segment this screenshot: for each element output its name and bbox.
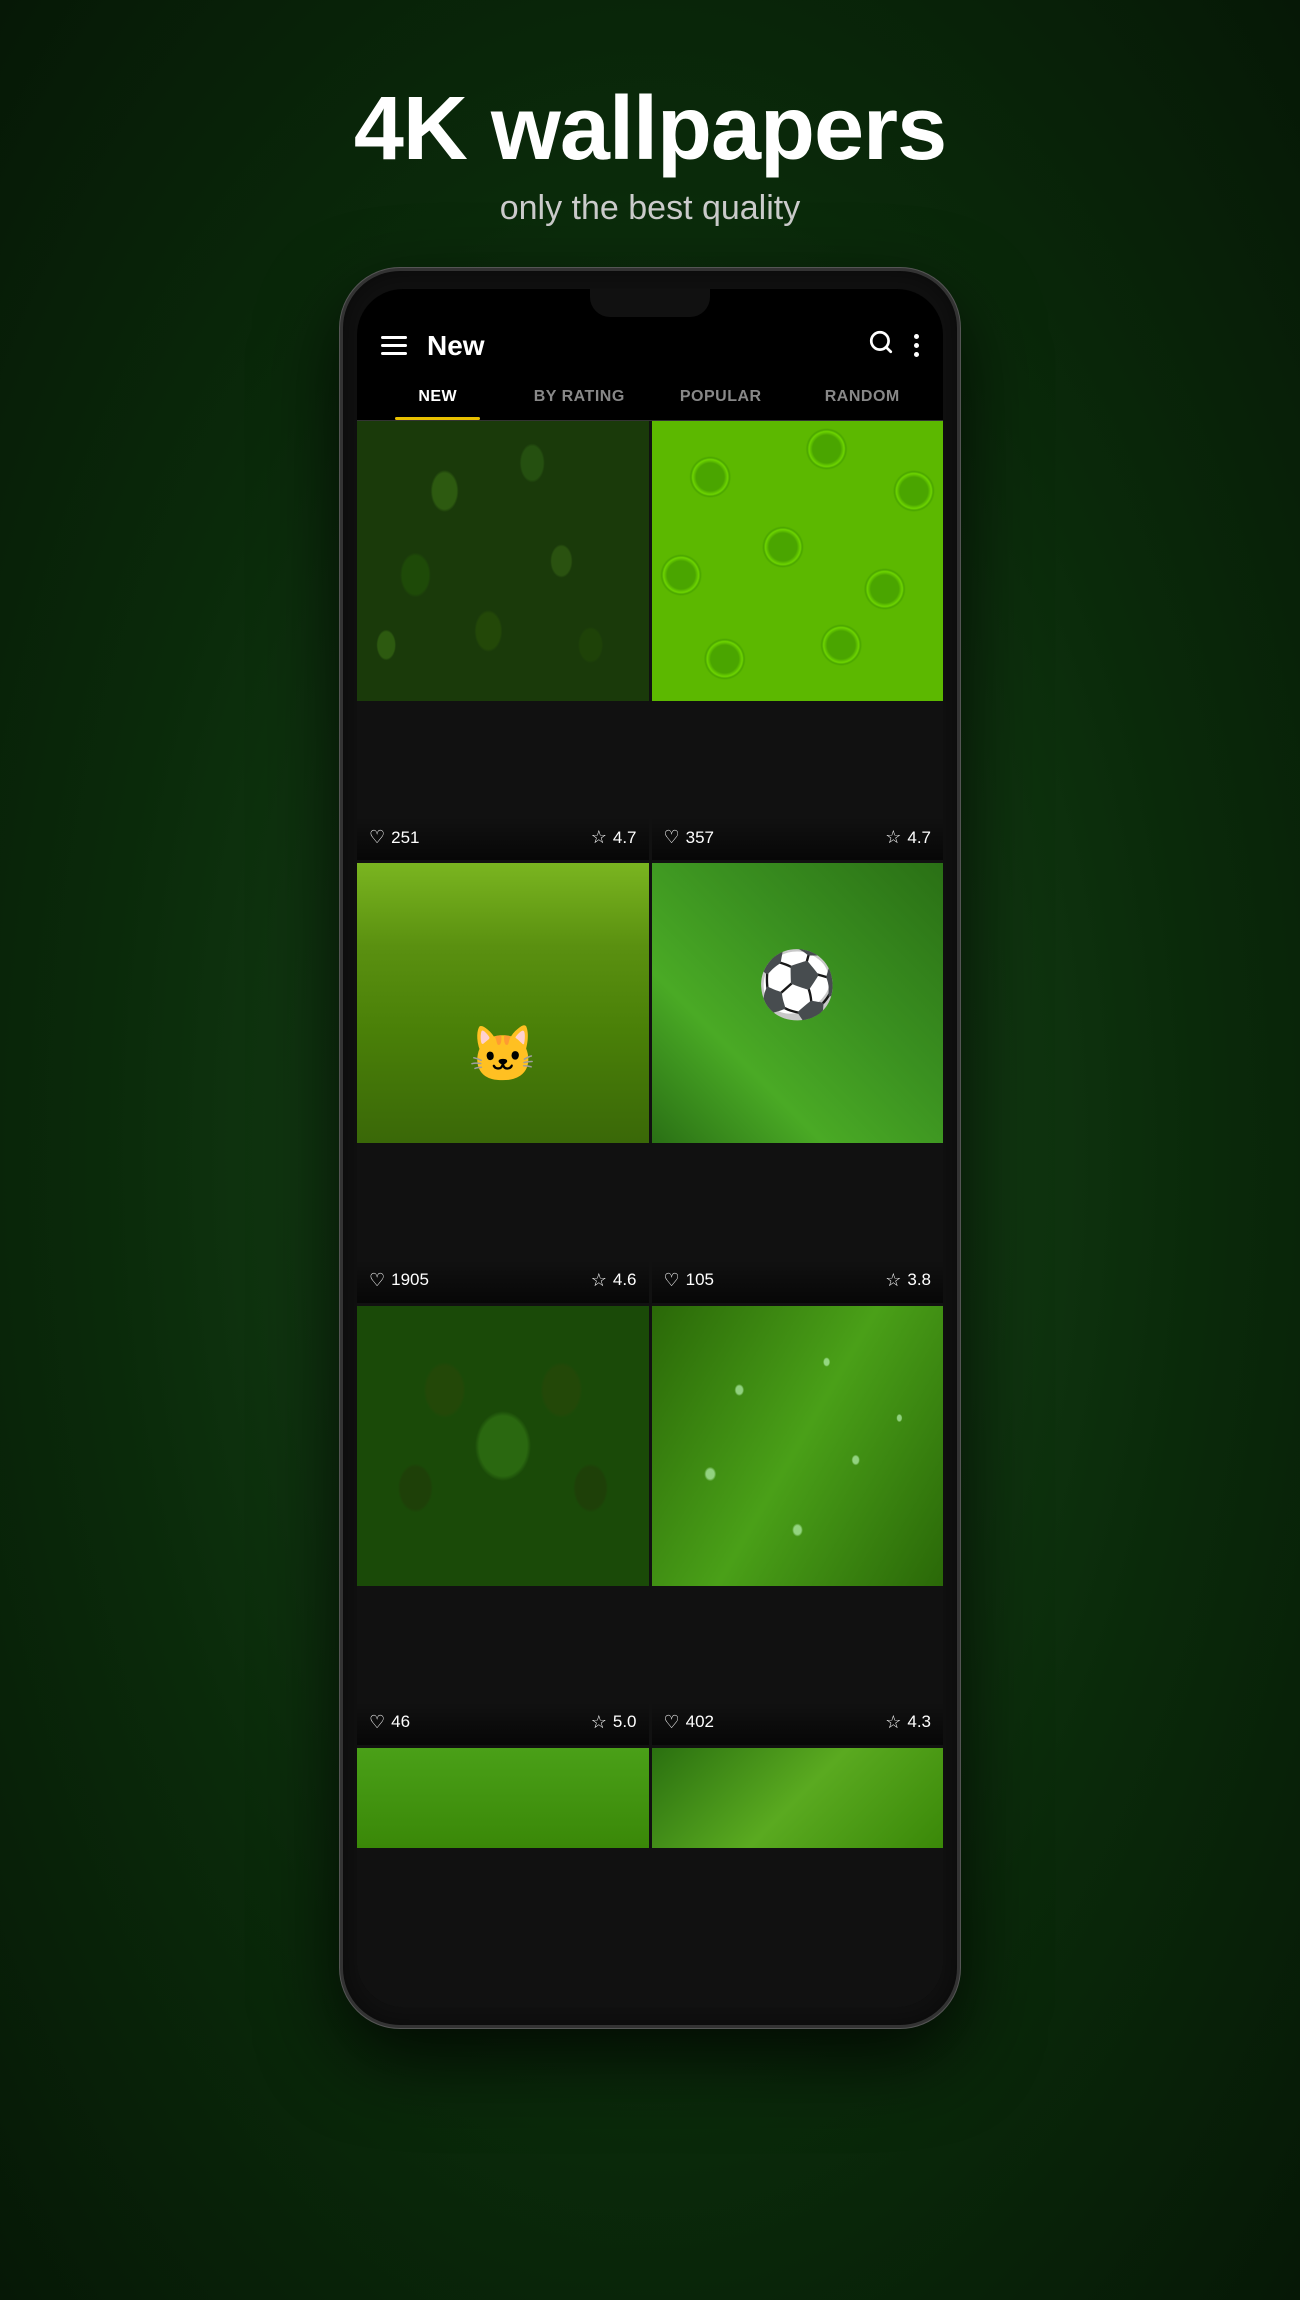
rating-group: ☆ 3.8 <box>885 1270 931 1291</box>
power-button <box>957 491 960 571</box>
wallpaper-item[interactable]: ♡ 105 ☆ 3.8 <box>652 863 944 1302</box>
star-icon: ☆ <box>591 827 607 848</box>
search-button[interactable] <box>868 329 894 362</box>
star-icon: ☆ <box>885 827 901 848</box>
wallpaper-stats: ♡ 402 ☆ 4.3 <box>652 1702 944 1745</box>
heart-icon: ♡ <box>664 827 680 848</box>
star-icon: ☆ <box>591 1270 607 1291</box>
likes-group: ♡ 46 <box>369 1712 410 1733</box>
wallpaper-stats: ♡ 105 ☆ 3.8 <box>652 1260 944 1303</box>
likes-group: ♡ 251 <box>369 827 420 848</box>
wallpaper-image <box>652 1748 944 1848</box>
top-bar-left: New <box>381 330 485 362</box>
wallpaper-item[interactable]: ♡ 402 ☆ 4.3 <box>652 1306 944 1745</box>
likes-count: 105 <box>686 1270 714 1290</box>
tab-new[interactable]: NEW <box>367 374 509 420</box>
likes-count: 46 <box>391 1712 410 1732</box>
phone-screen: New <box>357 289 943 2007</box>
wallpaper-image <box>652 863 944 1143</box>
tab-popular[interactable]: POPULAR <box>650 374 792 420</box>
main-title: 4K wallpapers <box>354 80 946 179</box>
rating-group: ☆ 4.6 <box>591 1270 637 1291</box>
app-content: New <box>357 289 943 2007</box>
star-icon: ☆ <box>591 1712 607 1733</box>
phone-frame: New <box>340 268 960 2028</box>
heart-icon: ♡ <box>664 1270 680 1291</box>
wallpaper-item[interactable]: ♡ 46 ☆ 5.0 <box>357 1306 649 1745</box>
tab-bar: NEW BY RATING POPULAR RANDOM <box>357 374 943 421</box>
tab-by-rating[interactable]: BY RATING <box>509 374 651 420</box>
rating-group: ☆ 4.3 <box>885 1712 931 1733</box>
heart-icon: ♡ <box>664 1712 680 1733</box>
rating-group: ☆ 4.7 <box>885 827 931 848</box>
top-bar-right <box>868 329 919 362</box>
rating-group: ☆ 5.0 <box>591 1712 637 1733</box>
likes-group: ♡ 402 <box>664 1712 715 1733</box>
rating-value: 5.0 <box>613 1712 637 1732</box>
phone-mockup: New <box>340 268 960 2028</box>
app-header: 4K wallpapers only the best quality <box>354 80 946 228</box>
wallpaper-grid: ♡ 251 ☆ 4.7 <box>357 421 943 2007</box>
rating-value: 4.7 <box>907 828 931 848</box>
wallpaper-item[interactable]: ♡ 251 ☆ 4.7 <box>357 421 649 860</box>
heart-icon: ♡ <box>369 1270 385 1291</box>
likes-group: ♡ 357 <box>664 827 715 848</box>
rating-value: 3.8 <box>907 1270 931 1290</box>
likes-group: ♡ 1905 <box>369 1270 429 1291</box>
wallpaper-image <box>652 421 944 701</box>
app-title: New <box>427 330 485 362</box>
wallpaper-stats: ♡ 251 ☆ 4.7 <box>357 817 649 860</box>
likes-count: 251 <box>391 828 419 848</box>
hamburger-menu-button[interactable] <box>381 336 407 355</box>
wallpaper-image <box>357 1306 649 1586</box>
volume-up-button <box>340 521 343 601</box>
wallpaper-image <box>357 421 649 701</box>
rating-value: 4.3 <box>907 1712 931 1732</box>
likes-group: ♡ 105 <box>664 1270 715 1291</box>
wallpaper-image <box>357 1748 649 1848</box>
rating-value: 4.6 <box>613 1270 637 1290</box>
wallpaper-item[interactable]: ♡ 357 ☆ 4.7 <box>652 421 944 860</box>
wallpaper-item[interactable]: ♡ 1905 ☆ 4.6 <box>357 863 649 1302</box>
wallpaper-image <box>357 863 649 1143</box>
wallpaper-stats: ♡ 357 ☆ 4.7 <box>652 817 944 860</box>
phone-notch <box>590 289 710 317</box>
volume-down-button <box>340 621 343 701</box>
likes-count: 402 <box>686 1712 714 1732</box>
rating-group: ☆ 4.7 <box>591 827 637 848</box>
more-options-button[interactable] <box>914 334 919 357</box>
sub-title: only the best quality <box>354 189 946 228</box>
wallpaper-item[interactable] <box>652 1748 944 2007</box>
tab-random[interactable]: RANDOM <box>792 374 934 420</box>
wallpaper-image <box>652 1306 944 1586</box>
heart-icon: ♡ <box>369 1712 385 1733</box>
wallpaper-stats: ♡ 1905 ☆ 4.6 <box>357 1260 649 1303</box>
mute-button <box>340 451 343 501</box>
rating-value: 4.7 <box>613 828 637 848</box>
likes-count: 357 <box>686 828 714 848</box>
wallpaper-stats: ♡ 46 ☆ 5.0 <box>357 1702 649 1745</box>
likes-count: 1905 <box>391 1270 429 1290</box>
star-icon: ☆ <box>885 1712 901 1733</box>
wallpaper-item[interactable] <box>357 1748 649 2007</box>
heart-icon: ♡ <box>369 827 385 848</box>
star-icon: ☆ <box>885 1270 901 1291</box>
